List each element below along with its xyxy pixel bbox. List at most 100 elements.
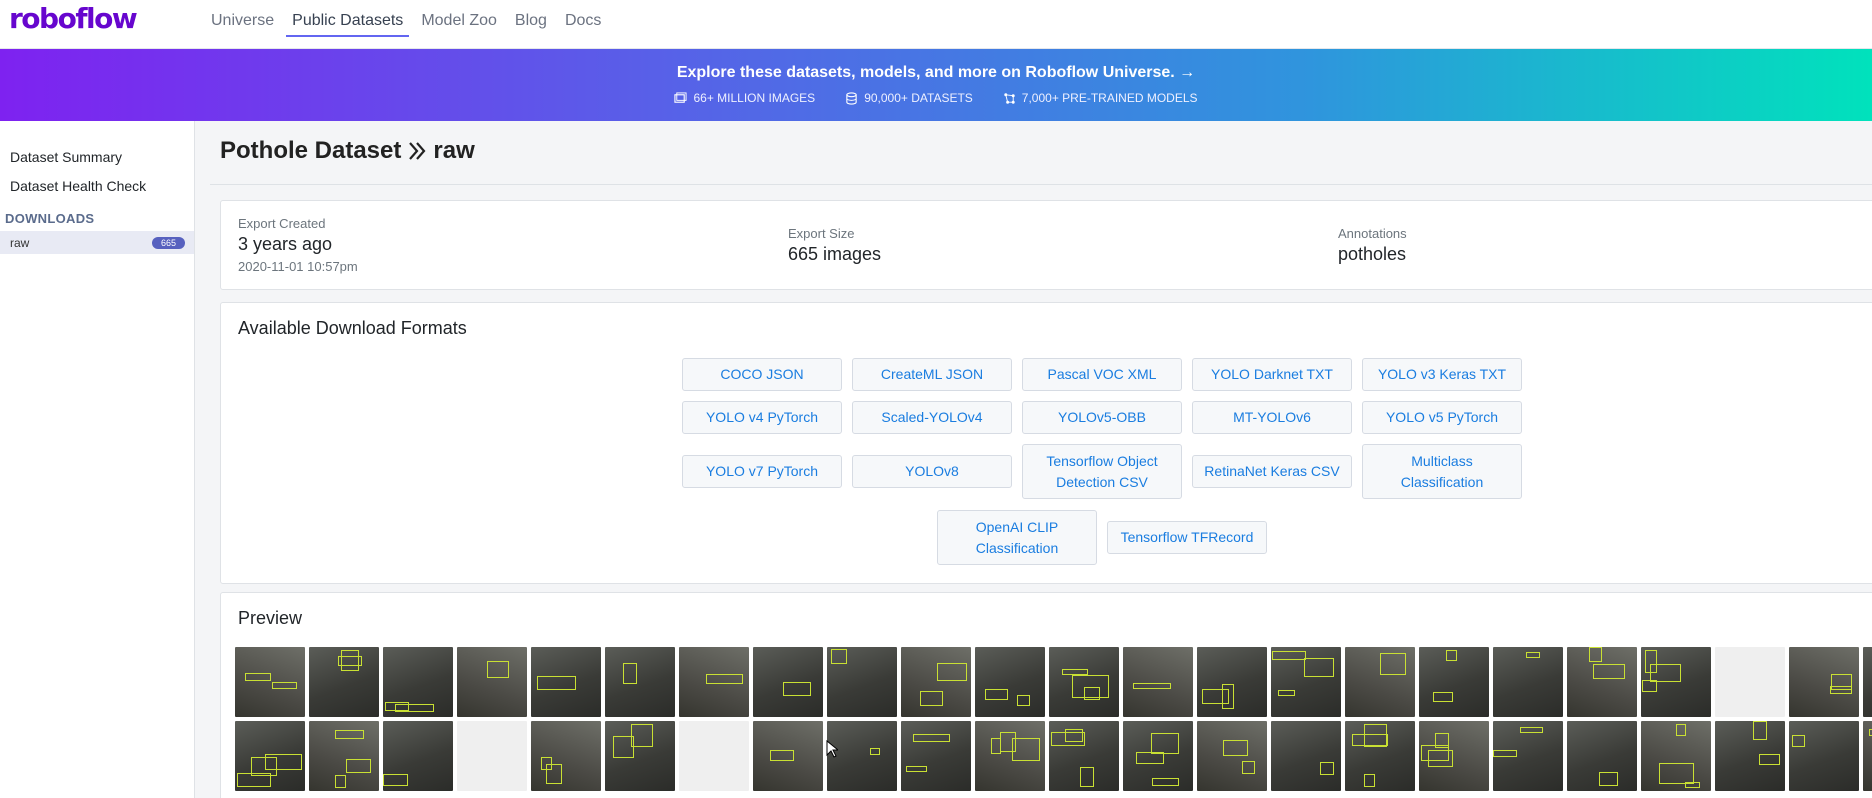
stat-images: 66+ MILLION IMAGES [674,91,815,105]
preview-thumbnail[interactable] [975,721,1045,791]
annotation-box [1152,778,1179,786]
preview-thumbnail[interactable] [1345,721,1415,791]
preview-thumbnail[interactable] [383,721,453,791]
format-button-yolov8[interactable]: YOLOv8 [852,455,1012,488]
preview-thumbnail[interactable] [1715,721,1785,791]
format-button-retinanet-keras-csv[interactable]: RetinaNet Keras CSV [1192,455,1352,488]
preview-thumbnail[interactable] [1789,647,1859,717]
stat-datasets-label: 90,000+ DATASETS [864,91,973,105]
preview-thumbnail[interactable] [975,647,1045,717]
preview-thumbnail[interactable] [1641,721,1711,791]
preview-thumbnail[interactable] [531,721,601,791]
preview-thumbnail[interactable] [753,647,823,717]
preview-thumbnail[interactable] [1271,647,1341,717]
sidebar-item-label: raw [10,236,30,250]
annotations-value: potholes [1338,244,1407,264]
dataset-name[interactable]: Pothole Dataset [220,137,401,165]
sidebar-link-dataset-summary[interactable]: Dataset Summary [10,149,122,165]
preview-thumbnail[interactable] [1271,721,1341,791]
annotation-box [1151,733,1179,754]
sidebar-item-raw[interactable]: raw 665 [0,231,194,254]
preview-thumbnail[interactable] [1123,647,1193,717]
banner-stats: 66+ MILLION IMAGES 90,000+ DATASETS 7,00… [0,91,1872,105]
universe-banner[interactable]: Explore these datasets, models, and more… [0,49,1872,121]
export-size-label: Export Size [788,226,855,241]
sidebar-link-dataset-health-check[interactable]: Dataset Health Check [10,178,146,194]
preview-thumbnail[interactable] [1197,721,1267,791]
export-size-value: 665 images [788,244,882,264]
preview-thumbnail[interactable] [1493,721,1563,791]
roboflow-logo[interactable]: roboflow [9,2,138,35]
preview-thumbnail[interactable] [679,721,749,791]
preview-thumbnail[interactable] [383,647,453,717]
format-button-createml-json[interactable]: CreateML JSON [852,358,1012,391]
annotation-box [1364,774,1375,787]
format-button-tensorflow-object-detection-csv[interactable]: Tensorflow Object Detection CSV [1022,444,1182,499]
annotation-box [1433,692,1453,702]
format-button-yolo-v3-keras-txt[interactable]: YOLO v3 Keras TXT [1362,358,1522,391]
preview-thumbnail[interactable] [827,647,897,717]
preview-thumbnail[interactable] [1049,647,1119,717]
preview-thumbnail[interactable] [531,647,601,717]
format-button-tensorflow-tfrecord[interactable]: Tensorflow TFRecord [1107,521,1267,554]
preview-thumbnail-grid [235,647,1872,795]
format-button-scaled-yolov4[interactable]: Scaled-YOLOv4 [852,401,1012,434]
preview-thumbnail[interactable] [679,647,749,717]
annotation-box [1759,754,1780,765]
stat-images-label: 66+ MILLION IMAGES [693,91,816,105]
preview-thumbnail[interactable] [1493,647,1563,717]
preview-thumbnail[interactable] [1419,647,1489,717]
annotation-box [251,757,277,776]
format-button-yolov5-obb[interactable]: YOLOv5-OBB [1022,401,1182,434]
format-button-yolo-v7-pytorch[interactable]: YOLO v7 PyTorch [682,455,842,488]
format-row-4: OpenAI CLIP Classification Tensorflow TF… [221,510,1872,565]
format-button-yolo-v5-pytorch[interactable]: YOLO v5 PyTorch [1362,401,1522,434]
format-button-mt-yolov6[interactable]: MT-YOLOv6 [1192,401,1352,434]
preview-thumbnail[interactable] [235,647,305,717]
preview-thumbnail[interactable] [1419,721,1489,791]
preview-thumbnail[interactable] [457,721,527,791]
nav-link-public-datasets[interactable]: Public Datasets [286,0,410,37]
annotation-box [272,682,297,689]
nav-link-docs[interactable]: Docs [559,0,607,37]
format-button-pascal-voc-xml[interactable]: Pascal VOC XML [1022,358,1182,391]
nav-link-universe[interactable]: Universe [205,0,280,37]
banner-title[interactable]: Explore these datasets, models, and more… [0,64,1872,82]
format-button-coco-json[interactable]: COCO JSON [682,358,842,391]
preview-thumbnail[interactable] [1789,721,1859,791]
preview-thumbnail[interactable] [1567,721,1637,791]
annotation-box [1278,690,1295,696]
format-button-multiclass-classification[interactable]: Multiclass Classification [1362,444,1522,499]
preview-thumbnail[interactable] [457,647,527,717]
preview-thumbnail[interactable] [309,647,379,717]
annotation-box [546,764,562,784]
preview-thumbnail[interactable] [1863,721,1872,791]
preview-card: Preview [220,592,1872,798]
format-button-openai-clip-classification[interactable]: OpenAI CLIP Classification [937,510,1097,565]
preview-thumbnail[interactable] [1715,647,1785,717]
preview-thumbnail[interactable] [1197,647,1267,717]
preview-thumbnail[interactable] [1567,647,1637,717]
preview-thumbnail[interactable] [1641,647,1711,717]
preview-thumbnail[interactable] [605,721,675,791]
preview-thumbnail[interactable] [309,721,379,791]
format-button-yolo-darknet-txt[interactable]: YOLO Darknet TXT [1192,358,1352,391]
format-button-yolo-v4-pytorch[interactable]: YOLO v4 PyTorch [682,401,842,434]
preview-thumbnail[interactable] [1863,647,1872,717]
annotation-box [1242,761,1255,774]
annotation-box [913,734,950,742]
annotation-box [335,730,364,739]
preview-thumbnail[interactable] [901,721,971,791]
preview-thumbnail[interactable] [901,647,971,717]
preview-thumbnail[interactable] [235,721,305,791]
nav-link-blog[interactable]: Blog [509,0,553,37]
preview-thumbnail[interactable] [753,721,823,791]
preview-thumbnail[interactable] [1123,721,1193,791]
preview-thumbnail[interactable] [1345,647,1415,717]
annotation-box [335,775,346,788]
preview-thumbnail[interactable] [605,647,675,717]
preview-thumbnail[interactable] [1049,721,1119,791]
annotation-box [706,674,743,684]
nav-link-model-zoo[interactable]: Model Zoo [415,0,503,37]
annotation-box [1136,752,1164,764]
